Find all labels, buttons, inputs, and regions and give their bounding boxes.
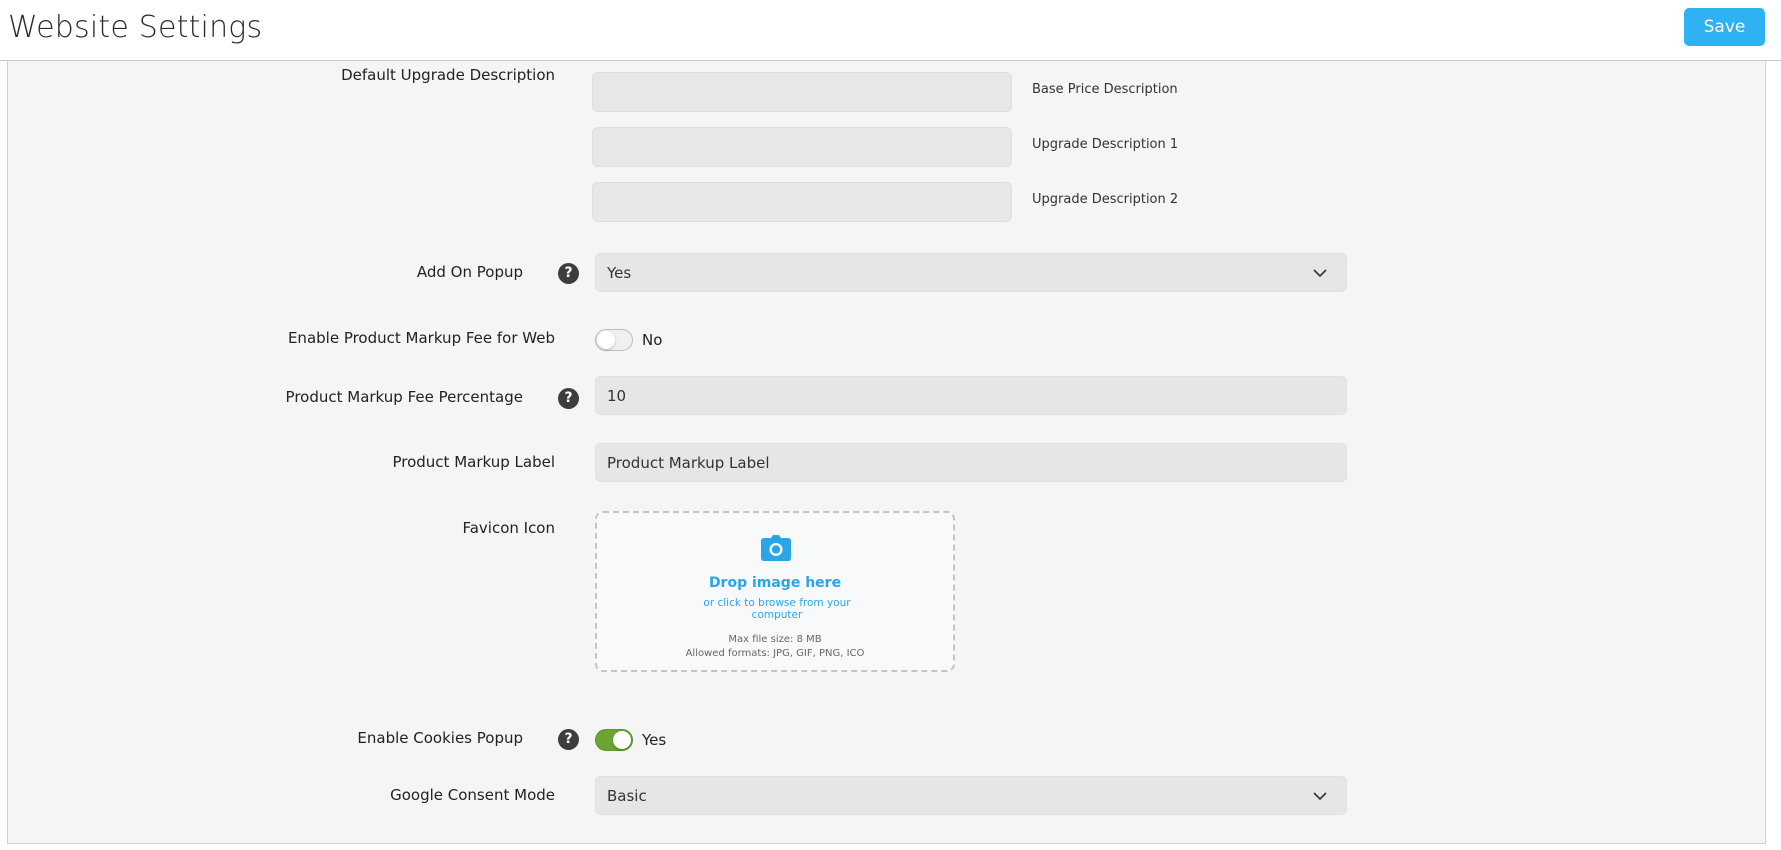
help-icon[interactable]: ? (558, 263, 579, 284)
camera-icon (761, 535, 791, 561)
max-file-size: Max file size: 8 MB (728, 634, 822, 645)
favicon-icon-label: Favicon Icon (462, 519, 555, 537)
upgrade-description-1-input[interactable] (592, 127, 1012, 167)
base-price-description-input[interactable] (592, 72, 1012, 112)
favicon-dropzone[interactable]: Drop image here or click to browse from … (595, 511, 955, 672)
consent-mode-select[interactable]: Basic (595, 776, 1347, 815)
add-on-popup-value: Yes (607, 264, 632, 282)
cookies-popup-toggle[interactable] (595, 729, 633, 751)
browse-hint: or click to browse from your computer (703, 597, 851, 621)
upgrade-description-2-caption: Upgrade Description 2 (1032, 192, 1179, 207)
help-icon[interactable]: ? (558, 729, 579, 750)
top-bar: Website Settings Save (0, 0, 1781, 61)
save-button[interactable]: Save (1684, 8, 1765, 46)
settings-panel: Default Upgrade Description Base Price D… (7, 61, 1766, 844)
allowed-formats: Allowed formats: JPG, GIF, PNG, ICO (685, 648, 865, 659)
markup-label-input[interactable] (595, 443, 1347, 482)
markup-fee-web-toggle[interactable] (595, 329, 633, 351)
markup-label-label: Product Markup Label (392, 453, 555, 471)
toggle-knob (613, 731, 631, 749)
help-icon[interactable]: ? (558, 388, 579, 409)
base-price-description-caption: Base Price Description (1032, 82, 1178, 97)
consent-mode-value: Basic (607, 787, 647, 805)
markup-fee-percentage-label: Product Markup Fee Percentage (285, 388, 523, 406)
toggle-knob (597, 331, 615, 349)
drop-image-title: Drop image here (708, 575, 842, 591)
chevron-down-icon (1313, 792, 1327, 801)
markup-fee-web-label: Enable Product Markup Fee for Web (287, 329, 555, 347)
chevron-down-icon (1313, 269, 1327, 278)
markup-fee-web-state: No (642, 331, 663, 349)
consent-mode-label: Google Consent Mode (390, 786, 555, 804)
default-upgrade-description-label: Default Upgrade Description (341, 66, 555, 84)
add-on-popup-label: Add On Popup (416, 263, 523, 281)
upgrade-description-1-caption: Upgrade Description 1 (1032, 137, 1179, 152)
upgrade-description-2-input[interactable] (592, 182, 1012, 222)
cookies-popup-label: Enable Cookies Popup (357, 729, 523, 747)
markup-fee-percentage-input[interactable] (595, 376, 1347, 415)
page-title: Website Settings (8, 10, 263, 45)
cookies-popup-state: Yes (642, 731, 667, 749)
add-on-popup-select[interactable]: Yes (595, 253, 1347, 292)
